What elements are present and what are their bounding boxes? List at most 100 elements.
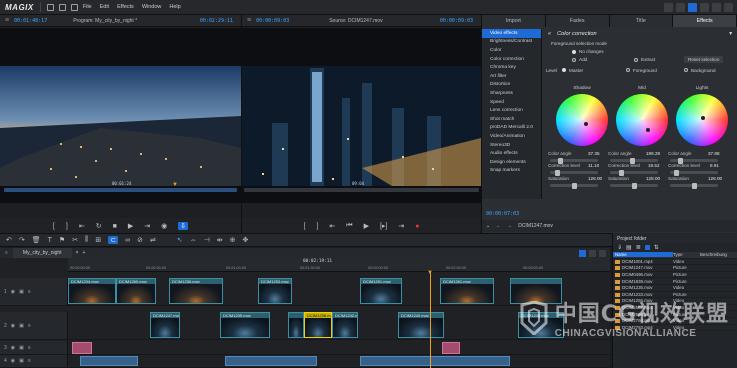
dropdown-icon[interactable]: ▾ [729, 31, 732, 37]
effects-item[interactable]: Distortion [482, 81, 541, 90]
radio-icon[interactable] [572, 49, 576, 54]
source-scrubber[interactable] [244, 188, 479, 192]
shadow-wheel[interactable] [556, 94, 608, 146]
shadow-correction-slider[interactable] [550, 169, 598, 176]
zoom-icon[interactable]: ⊕ [230, 236, 236, 244]
collapse-down-icon[interactable]: ⌄ [486, 223, 490, 229]
level-foreground[interactable]: Foreground [626, 68, 657, 73]
tab-title[interactable]: Title [609, 15, 674, 27]
timeline-view-icon[interactable] [579, 249, 586, 257]
lock-icon[interactable]: ▣ [19, 323, 24, 329]
effects-item[interactable]: Audio effects [482, 149, 541, 158]
lights-saturation-slider[interactable] [670, 182, 718, 189]
project-tab[interactable]: My_city_by_night [12, 248, 72, 258]
lights-angle-slider[interactable] [670, 157, 718, 164]
list-item[interactable]: DCIM0496.mov Picture [613, 272, 737, 279]
title-clip[interactable] [72, 342, 92, 354]
monitor-icon[interactable] [676, 2, 685, 12]
column-type[interactable]: Type [673, 252, 700, 257]
sort-icon[interactable]: ⇅ [654, 244, 659, 251]
prev-edit-icon[interactable]: ⇤ [329, 222, 335, 230]
effects-item[interactable]: Chroma key [482, 63, 541, 72]
open-folder-icon[interactable] [58, 3, 66, 11]
undo-icon[interactable]: ↶ [6, 236, 12, 244]
lock-icon[interactable]: ▣ [19, 345, 24, 351]
solo-icon[interactable]: ≡ [28, 289, 31, 295]
effects-item[interactable]: Snap markers [482, 167, 541, 176]
ripple-icon[interactable]: ⇌ [150, 236, 156, 244]
prev-edit-icon[interactable]: ⇤ [79, 222, 85, 230]
effects-item[interactable]: Stereo3D [482, 141, 541, 150]
menu-window[interactable]: Window [142, 4, 162, 10]
record-icon[interactable]: ● [415, 223, 419, 230]
timeline-ruler[interactable]: 00:02:19:11 00:00:00:00 00:00:30:00 00:0… [68, 258, 610, 272]
column-name[interactable]: Name [613, 252, 673, 258]
mark-out-icon[interactable]: ] [66, 223, 68, 230]
mute-icon[interactable]: ◉ [11, 358, 15, 364]
solo-icon[interactable]: ≡ [28, 345, 31, 351]
collapse-icon[interactable]: « [548, 31, 551, 37]
playhead[interactable] [430, 272, 431, 368]
wheel-handle[interactable] [701, 116, 705, 120]
storyboard-view-icon[interactable] [589, 249, 596, 257]
solo-icon[interactable]: ≡ [28, 358, 31, 364]
scene-view-icon[interactable] [599, 249, 606, 257]
mid-correction-slider[interactable] [610, 169, 658, 176]
help-icon[interactable] [724, 2, 733, 12]
mid-angle-slider[interactable] [610, 157, 658, 164]
tab-fades[interactable]: Fades [545, 15, 610, 27]
menu-help[interactable]: Help [169, 4, 180, 10]
effects-item[interactable]: Art filter [482, 72, 541, 81]
insert-icon[interactable]: ⇩ [178, 222, 189, 230]
cut-icon[interactable]: ✂ [72, 236, 78, 244]
timeline-clip[interactable] [288, 312, 304, 338]
menu-icon[interactable]: ≡ [5, 17, 9, 24]
effects-item[interactable]: Speed [482, 98, 541, 107]
settings-icon[interactable] [712, 2, 721, 12]
close-tab-icon[interactable]: × [76, 250, 79, 256]
next-edit-icon[interactable]: ⇥ [144, 222, 150, 230]
radio-icon[interactable] [562, 68, 566, 72]
mute-icon[interactable]: ◉ [11, 345, 15, 351]
add-tab-icon[interactable]: + [82, 250, 85, 256]
lock-icon[interactable]: ▣ [19, 358, 24, 364]
menu-file[interactable]: File [83, 4, 92, 10]
audio-clip[interactable] [225, 356, 317, 366]
radio-icon[interactable] [684, 68, 688, 72]
wheel-handle[interactable] [646, 128, 650, 132]
trim-icon[interactable]: ⊣ [204, 236, 210, 244]
program-scrubber[interactable] [4, 188, 237, 192]
menu-icon[interactable]: ≡ [5, 250, 8, 256]
unlink-icon[interactable]: ⊘ [137, 236, 143, 244]
effects-item[interactable]: proDAD Mercalli 2.0 [482, 124, 541, 133]
menu-icon[interactable]: ≡ [247, 17, 251, 24]
audio-clip[interactable] [80, 356, 138, 366]
shadow-angle-slider[interactable] [550, 157, 598, 164]
mark-out-icon[interactable]: ] [316, 223, 318, 230]
list-view-icon[interactable]: ≣ [636, 244, 641, 251]
wheel-handle[interactable] [584, 122, 588, 126]
radio-icon[interactable] [634, 57, 638, 62]
effects-category-video[interactable]: Video effects [482, 29, 541, 38]
mute-icon[interactable]: ◉ [11, 289, 15, 295]
loop-icon[interactable]: ↻ [96, 222, 102, 230]
layout-icon[interactable] [664, 2, 673, 12]
timeline-clip[interactable]: DCIM1240.mov [398, 312, 444, 338]
delete-icon[interactable]: 🗑 [32, 236, 41, 244]
range-icon[interactable]: ⇔ [190, 237, 197, 244]
play-icon[interactable]: ▶ [364, 222, 369, 230]
mark-in-icon[interactable]: [ [53, 223, 55, 230]
link-icon[interactable]: ∞ [125, 237, 130, 244]
back-arrow-icon[interactable]: ← [496, 223, 501, 229]
next-frame-icon[interactable]: [▸] [380, 222, 387, 230]
shadow-saturation-slider[interactable] [550, 182, 598, 189]
record-icon[interactable]: ◉ [161, 222, 167, 230]
list-item[interactable]: DCIM1839.mov Picture [613, 278, 737, 285]
detail-view-icon[interactable] [644, 245, 650, 250]
menu-effects[interactable]: Effects [117, 4, 134, 10]
list-item[interactable]: DCIM1235.mov Video [613, 285, 737, 292]
radio-icon[interactable] [626, 68, 630, 72]
effects-item[interactable]: Lens correction [482, 106, 541, 115]
timeline-clip[interactable]: DCIM1261.mov [440, 278, 494, 304]
tab-effects[interactable]: Effects [673, 15, 737, 27]
